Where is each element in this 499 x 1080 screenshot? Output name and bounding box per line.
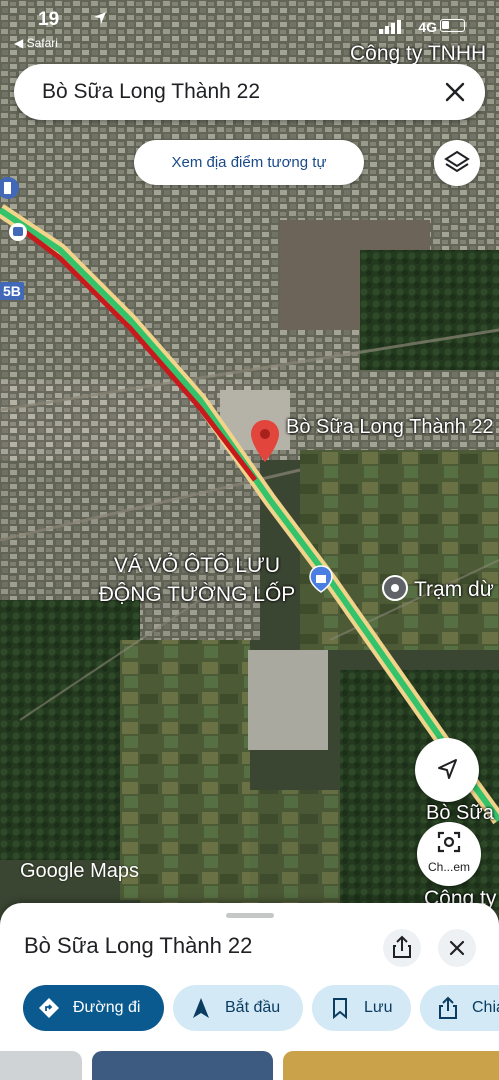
gas-station-icon[interactable] [0,176,20,200]
place-title: Bò Sữa Long Thành 22 [24,933,253,958]
map-label-tire-shop[interactable]: VÁ VỎ ÔTÔ LƯU ĐỘNG TƯỜNG LỐP [92,551,302,609]
station-pin-icon[interactable] [381,574,409,602]
location-arrow-icon [94,12,106,24]
camera-search-icon [437,831,461,853]
map-label-station[interactable]: Trạm dừ [414,578,494,602]
photo-thumbnail[interactable] [92,1051,273,1080]
search-box[interactable]: Bò Sữa Long Thành 22 [14,64,485,120]
share-action-button[interactable]: Chia [420,985,499,1031]
photo-thumbnail[interactable] [283,1051,499,1080]
route-badge: 5B [0,282,24,300]
share-icon [393,935,411,958]
close-icon [449,940,465,956]
navigation-arrow-icon [438,759,457,779]
share-icon [439,996,457,1019]
place-bottom-sheet[interactable]: Bò Sữa Long Thành 22 Đường đi Bắt đầu Lư… [0,903,499,1080]
google-maps-logo: Google Maps [20,860,139,883]
directions-label: Đường đi [73,999,141,1016]
directions-button[interactable]: Đường đi [23,985,164,1031]
search-query[interactable]: Bò Sữa Long Thành 22 [42,80,260,104]
status-time: 19 [38,9,60,30]
start-button[interactable]: Bắt đầu [173,985,303,1031]
bookmark-icon [333,998,347,1020]
close-icon[interactable] [439,76,471,108]
save-label: Lưu [364,999,393,1016]
lens-button[interactable]: Ch...em [417,822,481,886]
photo-strip[interactable] [0,1051,499,1080]
map-label-bo-sua-right[interactable]: Bò Sữa [426,802,494,825]
google-logo-text: Google [20,860,85,882]
maps-logo-text: Maps [90,860,139,882]
back-to-safari-link[interactable]: ◀ Safari [14,36,58,50]
close-button[interactable] [438,929,476,967]
navigation-arrow-icon [193,998,209,1018]
place-pin-icon[interactable] [249,418,281,464]
save-button[interactable]: Lưu [312,985,411,1031]
similar-places-chip[interactable]: Xem địa điểm tương tự [134,140,364,185]
directions-icon [39,998,59,1018]
action-row: Đường đi Bắt đầu Lưu Chia [23,985,499,1031]
layers-button[interactable] [434,140,480,186]
map-label-place[interactable]: Bò Sữa Long Thành 22 [286,414,496,441]
start-label: Bắt đầu [225,999,281,1016]
share-label: Chia [472,999,499,1016]
map-label-company-top[interactable]: Công ty TNHH [350,42,486,66]
network-type: 4G [418,19,437,35]
share-button[interactable] [383,929,421,967]
sheet-drag-handle[interactable] [226,913,274,918]
shop-pin-icon[interactable] [309,565,333,593]
photo-thumbnail[interactable] [0,1051,82,1080]
battery-icon [440,19,465,32]
bus-stop-icon[interactable] [8,222,28,242]
lens-label: Ch...em [427,860,470,874]
my-location-button[interactable] [415,738,479,802]
signal-bars-icon [379,20,401,34]
layers-icon [444,150,470,173]
